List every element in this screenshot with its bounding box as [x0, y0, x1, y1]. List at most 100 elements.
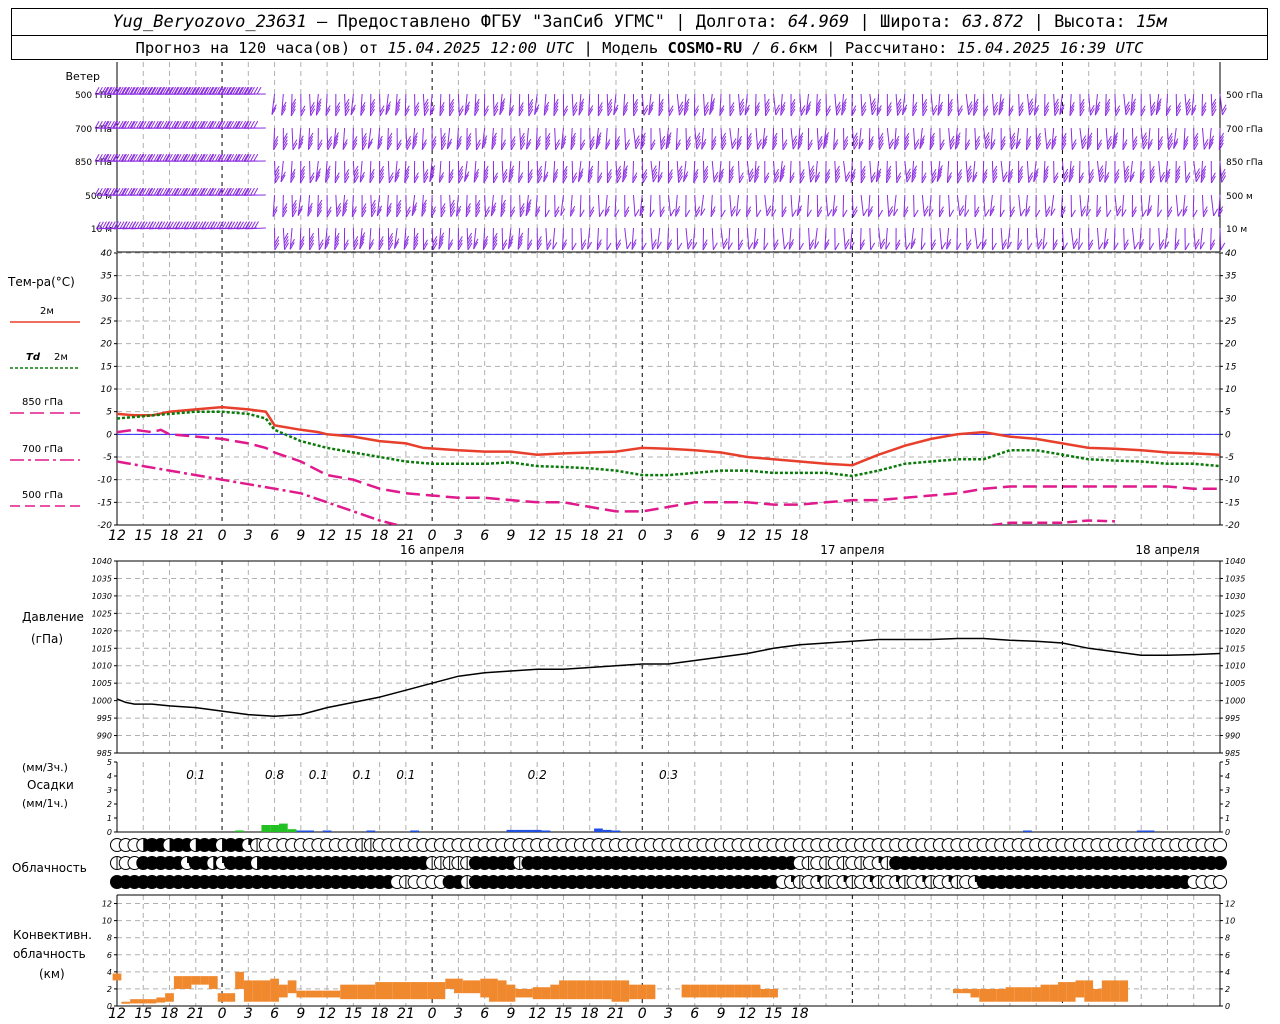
convective-bar: [515, 988, 525, 998]
wind-barb-staff: [790, 194, 793, 217]
wind-barb-flag: [949, 209, 955, 218]
wind-barb-flag: [353, 168, 359, 177]
wind-barb-flag: [626, 241, 632, 250]
x-tick-label: 12: [528, 528, 546, 544]
wind-barb-flag: [1185, 175, 1191, 184]
y-tick-label-right: 1010: [1225, 662, 1245, 671]
wind-barb-staff: [727, 227, 731, 250]
wind-barb-flag: [660, 139, 666, 147]
convective-bar: [506, 984, 516, 1002]
wind-barb-flag: [975, 136, 980, 144]
x-tick-label: 0: [638, 1006, 647, 1022]
wind-barb-flag: [1054, 108, 1060, 116]
wind-level-label-right: 850 гПа: [1226, 158, 1263, 168]
x-tick-label: 15: [765, 1006, 783, 1022]
y-tick-label-left: 1000: [92, 697, 112, 706]
wind-barb-flag: [975, 139, 981, 147]
wind-barb-flag: [432, 239, 438, 247]
wind-barb-flag: [642, 169, 648, 177]
wind-barb-flag: [651, 165, 657, 173]
wind-barb-flag: [738, 172, 744, 180]
y-tick-label-left: 2: [107, 985, 112, 994]
x-tick-label: 3: [664, 1006, 673, 1022]
wind-barb-flag: [967, 171, 973, 180]
wind-barb-flag: [695, 206, 701, 214]
x-tick-label: 18: [371, 1006, 389, 1022]
wind-barb-flag: [1142, 209, 1147, 217]
wind-barb-flag: [370, 203, 376, 211]
wind-barb-flag: [670, 208, 676, 217]
wind-barb-staff: [326, 127, 329, 150]
wind-barb-flag: [835, 169, 841, 177]
wind-barb-flag: [852, 209, 858, 218]
legend-td-label: Td: [26, 352, 41, 363]
wind-barb-flag: [1221, 104, 1227, 113]
precip-bar: [410, 830, 420, 832]
wind-barb-flag: [616, 172, 622, 180]
y-tick-label-right: 20: [1225, 340, 1237, 350]
wind-barb-staff: [956, 227, 958, 250]
wind-barb-flag: [1150, 101, 1156, 110]
wind-barb-flag: [992, 169, 998, 177]
wind-barb-flag: [766, 205, 772, 214]
y-tick-label-right: 10: [1225, 917, 1235, 926]
x-tick-label: 6: [690, 528, 699, 544]
wind-barb-flag: [283, 232, 289, 241]
convective-bar: [602, 980, 612, 1000]
wind-barb-flag: [634, 209, 640, 217]
wind-barb-flag: [1132, 142, 1138, 151]
wind-barb-flag: [1107, 139, 1112, 147]
wind-barb-flag: [327, 142, 333, 151]
wind-barb-flag: [1211, 108, 1217, 117]
cloud-symbol: [1213, 875, 1227, 889]
wind-barb-flag: [905, 168, 911, 177]
y-tick-label-right: 6: [1225, 951, 1230, 960]
wind-barb-flag: [1018, 108, 1024, 117]
wind-barb-flag: [678, 104, 684, 113]
precip-bar: [270, 825, 279, 832]
wind-barb-flag: [1211, 105, 1217, 113]
wind-barb-flag: [292, 139, 298, 147]
wind-barb-staff: [1105, 194, 1108, 217]
wind-barb-flag: [1124, 165, 1129, 174]
convective-bar: [699, 984, 708, 998]
convective-bar: [182, 976, 192, 989]
x-tick-label: 21: [187, 1006, 205, 1022]
wind-barb-flag: [555, 142, 561, 151]
wind-barb-flag: [274, 172, 280, 180]
wind-level-label-right: 10 м: [1226, 225, 1247, 235]
wind-barb-flag: [1082, 141, 1087, 150]
wind-barb-flag: [652, 168, 658, 176]
wind-barb-flag: [1028, 101, 1034, 110]
convective-bar: [1084, 980, 1094, 1002]
y-tick-label-right: 25: [1225, 317, 1237, 327]
wind-barb-flag: [467, 239, 473, 247]
wind-barb-flag: [985, 141, 991, 150]
wind-barb-flag: [800, 108, 806, 116]
wind-barb-staff: [711, 227, 714, 250]
conv-unit: (км): [39, 967, 65, 981]
convective-bar: [287, 980, 297, 994]
wind-barb-flag: [1185, 101, 1191, 110]
wind-barb-flag: [966, 165, 972, 174]
wind-barb-flag: [773, 242, 779, 251]
y-tick-label-left: 0: [107, 828, 112, 837]
wind-barb-staff: [614, 194, 617, 217]
wind-level-label-left: 10 м: [91, 225, 112, 235]
wind-barb-flag: [502, 169, 508, 177]
y-tick-label-right: 995: [1225, 714, 1240, 723]
wind-barb-flag: [537, 172, 543, 180]
y-tick-label-left: 2: [107, 800, 112, 809]
convective-bar: [401, 982, 411, 1000]
wind-barb-flag: [1045, 206, 1051, 214]
wind-barb-flag: [353, 242, 359, 251]
x-tick-label: 3: [454, 1006, 463, 1022]
convective-bar: [734, 984, 743, 998]
convective-bar: [208, 976, 218, 989]
wind-barb-staff: [1026, 227, 1029, 250]
wind-barb-flag: [764, 98, 770, 107]
wind-barb-flag: [493, 105, 499, 113]
y-tick-label-right: -10: [1225, 476, 1240, 486]
wind-barb-flag: [651, 239, 657, 247]
y-tick-label-left: 30: [101, 294, 113, 304]
